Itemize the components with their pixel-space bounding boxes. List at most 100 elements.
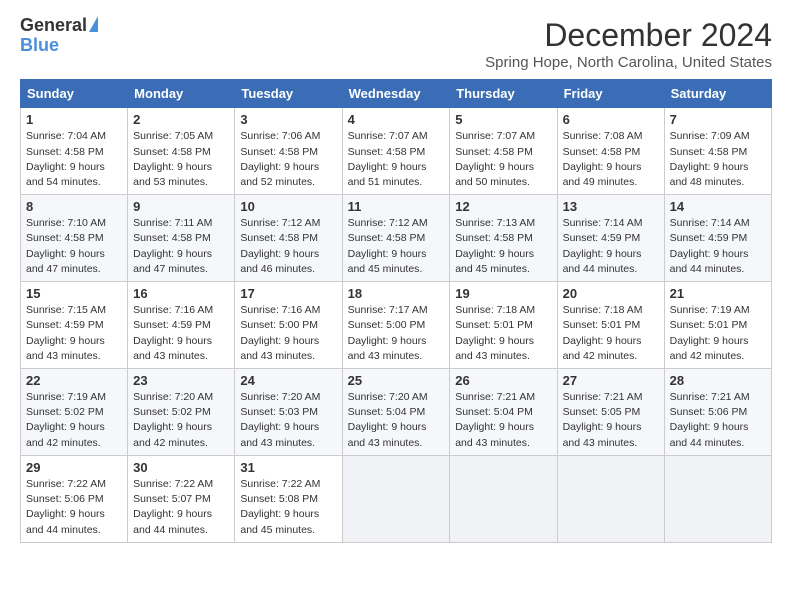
day-cell-13: 13 Sunrise: 7:14 AMSunset: 4:59 PMDayligh…: [557, 195, 664, 282]
day-number: 3: [240, 112, 336, 127]
day-info: Sunrise: 7:20 AMSunset: 5:02 PMDaylight:…: [133, 390, 229, 451]
day-number: 1: [26, 112, 122, 127]
day-cell-8: 8 Sunrise: 7:10 AMSunset: 4:58 PMDaylight…: [21, 195, 128, 282]
day-number: 27: [563, 373, 659, 388]
day-number: 9: [133, 199, 229, 214]
weekday-header-friday: Friday: [557, 80, 664, 108]
day-number: 5: [455, 112, 551, 127]
day-cell-10: 10 Sunrise: 7:12 AMSunset: 4:58 PMDayligh…: [235, 195, 342, 282]
day-number: 19: [455, 286, 551, 301]
day-cell-2: 2 Sunrise: 7:05 AMSunset: 4:58 PMDaylight…: [128, 108, 235, 195]
day-info: Sunrise: 7:16 AMSunset: 4:59 PMDaylight:…: [133, 303, 229, 364]
day-cell-11: 11Sunrise: 7:12 AMSunset: 4:58 PMDayligh…: [342, 195, 450, 282]
day-cell-26: 26 Sunrise: 7:21 AMSunset: 5:04 PMDayligh…: [450, 369, 557, 456]
day-number: 7: [670, 112, 766, 127]
day-cell-6: 6 Sunrise: 7:08 AMSunset: 4:58 PMDaylight…: [557, 108, 664, 195]
logo-general-text: General: [20, 16, 87, 36]
day-cell-14: 14 Sunrise: 7:14 AMSunset: 4:59 PMDayligh…: [664, 195, 771, 282]
day-info: Sunrise: 7:07 AMSunset: 4:58 PMDaylight:…: [455, 129, 551, 190]
day-info: Sunrise: 7:20 AMSunset: 5:03 PMDaylight:…: [240, 390, 336, 451]
weekday-header-tuesday: Tuesday: [235, 80, 342, 108]
day-number: 12: [455, 199, 551, 214]
day-number: 13: [563, 199, 659, 214]
calendar-table: SundayMondayTuesdayWednesdayThursdayFrid…: [20, 79, 772, 542]
day-cell-27: 27 Sunrise: 7:21 AMSunset: 5:05 PMDayligh…: [557, 369, 664, 456]
calendar-header-row: SundayMondayTuesdayWednesdayThursdayFrid…: [21, 80, 772, 108]
day-info: Sunrise: 7:17 AMSunset: 5:00 PMDaylight:…: [348, 303, 445, 364]
day-number: 15: [26, 286, 122, 301]
day-cell-16: 16 Sunrise: 7:16 AMSunset: 4:59 PMDayligh…: [128, 282, 235, 369]
day-info: Sunrise: 7:19 AMSunset: 5:01 PMDaylight:…: [670, 303, 766, 364]
day-info: Sunrise: 7:12 AMSunset: 4:58 PMDaylight:…: [240, 216, 336, 277]
day-cell-12: 12 Sunrise: 7:13 AMSunset: 4:58 PMDayligh…: [450, 195, 557, 282]
day-info: Sunrise: 7:15 AMSunset: 4:59 PMDaylight:…: [26, 303, 122, 364]
logo-blue-text: Blue: [20, 36, 59, 56]
day-cell-4: 4 Sunrise: 7:07 AMSunset: 4:58 PMDaylight…: [342, 108, 450, 195]
day-info: Sunrise: 7:11 AMSunset: 4:58 PMDaylight:…: [133, 216, 229, 277]
day-cell-29: 29Sunrise: 7:22 AMSunset: 5:06 PMDayligh…: [21, 455, 128, 542]
weekday-header-wednesday: Wednesday: [342, 80, 450, 108]
calendar-week-row: 1 Sunrise: 7:04 AMSunset: 4:58 PMDaylight…: [21, 108, 772, 195]
location-title: Spring Hope, North Carolina, United Stat…: [485, 54, 772, 71]
day-info: Sunrise: 7:21 AMSunset: 5:05 PMDaylight:…: [563, 390, 659, 451]
day-cell-24: 24 Sunrise: 7:20 AMSunset: 5:03 PMDayligh…: [235, 369, 342, 456]
day-info: Sunrise: 7:09 AMSunset: 4:58 PMDaylight:…: [670, 129, 766, 190]
day-cell-20: 20Sunrise: 7:18 AMSunset: 5:01 PMDayligh…: [557, 282, 664, 369]
day-number: 10: [240, 199, 336, 214]
calendar-week-row: 8 Sunrise: 7:10 AMSunset: 4:58 PMDaylight…: [21, 195, 772, 282]
day-number: 22: [26, 373, 122, 388]
day-number: 24: [240, 373, 336, 388]
month-title: December 2024: [485, 16, 772, 54]
day-info: Sunrise: 7:10 AMSunset: 4:58 PMDaylight:…: [26, 216, 122, 277]
day-info: Sunrise: 7:05 AMSunset: 4:58 PMDaylight:…: [133, 129, 229, 190]
day-info: Sunrise: 7:04 AMSunset: 4:58 PMDaylight:…: [26, 129, 122, 190]
calendar-week-row: 29Sunrise: 7:22 AMSunset: 5:06 PMDayligh…: [21, 455, 772, 542]
day-number: 26: [455, 373, 551, 388]
day-info: Sunrise: 7:21 AMSunset: 5:04 PMDaylight:…: [455, 390, 551, 451]
day-number: 29: [26, 460, 122, 475]
weekday-header-monday: Monday: [128, 80, 235, 108]
day-cell-23: 23Sunrise: 7:20 AMSunset: 5:02 PMDayligh…: [128, 369, 235, 456]
day-number: 2: [133, 112, 229, 127]
day-cell-21: 21 Sunrise: 7:19 AMSunset: 5:01 PMDayligh…: [664, 282, 771, 369]
calendar-week-row: 22 Sunrise: 7:19 AMSunset: 5:02 PMDayligh…: [21, 369, 772, 456]
day-number: 14: [670, 199, 766, 214]
empty-day-cell: [664, 455, 771, 542]
day-info: Sunrise: 7:18 AMSunset: 5:01 PMDaylight:…: [455, 303, 551, 364]
empty-day-cell: [450, 455, 557, 542]
day-info: Sunrise: 7:18 AMSunset: 5:01 PMDaylight:…: [563, 303, 659, 364]
day-number: 21: [670, 286, 766, 301]
day-number: 18: [348, 286, 445, 301]
day-info: Sunrise: 7:19 AMSunset: 5:02 PMDaylight:…: [26, 390, 122, 451]
day-cell-28: 28Sunrise: 7:21 AMSunset: 5:06 PMDayligh…: [664, 369, 771, 456]
day-info: Sunrise: 7:12 AMSunset: 4:58 PMDaylight:…: [348, 216, 445, 277]
empty-day-cell: [557, 455, 664, 542]
day-number: 30: [133, 460, 229, 475]
day-cell-9: 9 Sunrise: 7:11 AMSunset: 4:58 PMDaylight…: [128, 195, 235, 282]
day-info: Sunrise: 7:13 AMSunset: 4:58 PMDaylight:…: [455, 216, 551, 277]
day-info: Sunrise: 7:14 AMSunset: 4:59 PMDaylight:…: [563, 216, 659, 277]
day-info: Sunrise: 7:14 AMSunset: 4:59 PMDaylight:…: [670, 216, 766, 277]
day-info: Sunrise: 7:06 AMSunset: 4:58 PMDaylight:…: [240, 129, 336, 190]
day-cell-25: 25Sunrise: 7:20 AMSunset: 5:04 PMDayligh…: [342, 369, 450, 456]
day-cell-7: 7 Sunrise: 7:09 AMSunset: 4:58 PMDaylight…: [664, 108, 771, 195]
day-cell-5: 5 Sunrise: 7:07 AMSunset: 4:58 PMDaylight…: [450, 108, 557, 195]
day-cell-18: 18 Sunrise: 7:17 AMSunset: 5:00 PMDayligh…: [342, 282, 450, 369]
day-cell-19: 19 Sunrise: 7:18 AMSunset: 5:01 PMDayligh…: [450, 282, 557, 369]
day-cell-1: 1 Sunrise: 7:04 AMSunset: 4:58 PMDaylight…: [21, 108, 128, 195]
day-cell-15: 15 Sunrise: 7:15 AMSunset: 4:59 PMDayligh…: [21, 282, 128, 369]
day-number: 8: [26, 199, 122, 214]
day-cell-30: 30Sunrise: 7:22 AMSunset: 5:07 PMDayligh…: [128, 455, 235, 542]
day-info: Sunrise: 7:08 AMSunset: 4:58 PMDaylight:…: [563, 129, 659, 190]
empty-day-cell: [342, 455, 450, 542]
day-number: 6: [563, 112, 659, 127]
day-info: Sunrise: 7:22 AMSunset: 5:08 PMDaylight:…: [240, 477, 336, 538]
day-cell-31: 31 Sunrise: 7:22 AMSunset: 5:08 PMDayligh…: [235, 455, 342, 542]
day-number: 16: [133, 286, 229, 301]
day-info: Sunrise: 7:07 AMSunset: 4:58 PMDaylight:…: [348, 129, 445, 190]
day-info: Sunrise: 7:21 AMSunset: 5:06 PMDaylight:…: [670, 390, 766, 451]
day-number: 31: [240, 460, 336, 475]
day-cell-3: 3 Sunrise: 7:06 AMSunset: 4:58 PMDaylight…: [235, 108, 342, 195]
day-number: 4: [348, 112, 445, 127]
header: General Blue December 2024 Spring Hope, …: [20, 16, 772, 71]
